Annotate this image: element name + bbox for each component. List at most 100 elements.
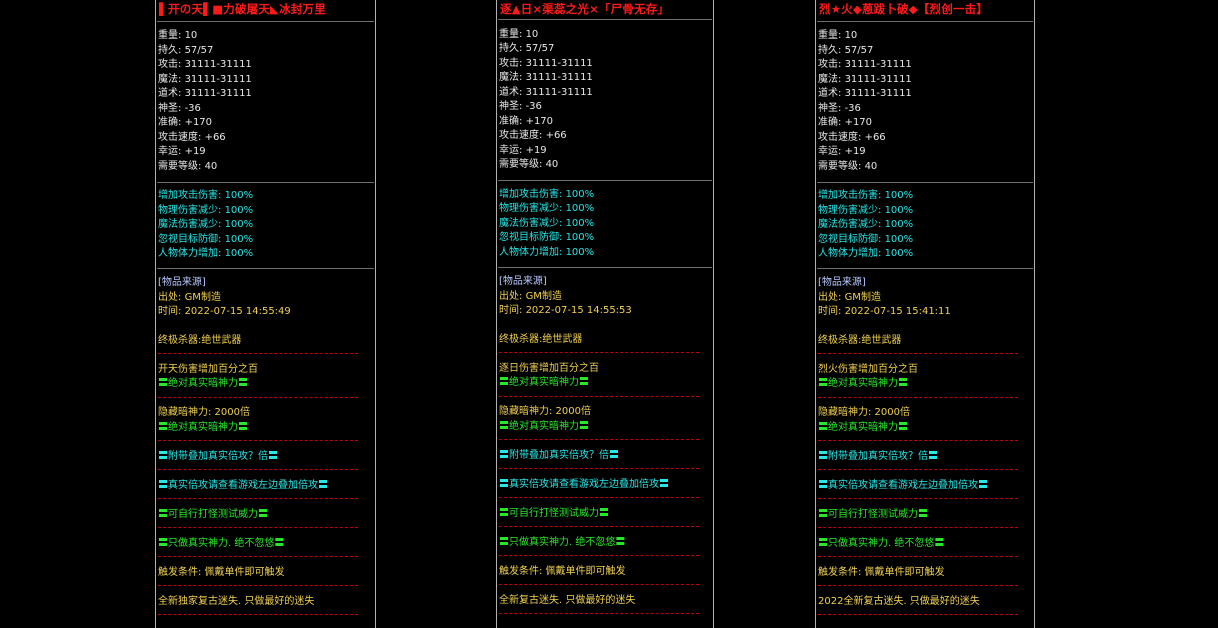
desc-line: 〓真实倍攻请查看游戏左边叠加倍攻〓 <box>158 480 328 491</box>
desc-hidden-power: 隐藏暗神力: 2000倍 <box>158 407 250 418</box>
bonus-physical-reduction: 物理伤害减少: 100% <box>499 203 595 214</box>
desc-trigger: 触发条件: 佩戴单件即可触发 <box>158 567 285 578</box>
stat-holy: 神圣: -36 <box>499 101 542 112</box>
divider <box>818 397 1018 398</box>
divider <box>158 527 358 528</box>
source-time: 时间: 2022-07-15 14:55:49 <box>158 306 291 317</box>
divider <box>818 527 1018 528</box>
bonus-magic-reduction: 魔法伤害减少: 100% <box>158 219 254 230</box>
divider <box>158 469 358 470</box>
bonus-physical-reduction: 物理伤害减少: 100% <box>158 205 254 216</box>
source-origin: 出处: GM制造 <box>158 292 221 303</box>
divider <box>818 585 1018 586</box>
stat-attack: 攻击: 31111-31111 <box>158 59 252 70</box>
item-tooltip-1: ▌开の天▌■力破屠天◣冰封万里 重量: 10 持久: 57/57 攻击: 311… <box>155 0 376 628</box>
divider <box>498 180 712 181</box>
stat-required-level: 需要等级: 40 <box>158 161 218 172</box>
stat-weight: 重量: 10 <box>818 30 858 41</box>
desc-line: 〓绝对真实暗神力〓 <box>499 421 589 432</box>
bonus-magic-reduction: 魔法伤害减少: 100% <box>499 218 595 229</box>
desc-line: 〓可自行打怪测试威力〓 <box>499 508 609 519</box>
divider <box>499 526 699 527</box>
desc-line: 〓可自行打怪测试威力〓 <box>158 509 268 520</box>
stat-durability: 持久: 57/57 <box>158 45 214 56</box>
source-time: 时间: 2022-07-15 14:55:53 <box>499 305 632 316</box>
desc-line: 〓只做真实神力. 绝不忽悠〓 <box>158 538 285 549</box>
divider <box>158 353 358 354</box>
divider <box>157 182 374 183</box>
stat-luck: 幸运: +19 <box>158 146 206 157</box>
desc-hidden-power: 隐藏暗神力: 2000倍 <box>818 407 910 418</box>
desc-line: 〓绝对真实暗神力〓 <box>158 422 248 433</box>
desc-line: 〓绝对真实暗神力〓 <box>499 377 589 388</box>
desc-line: 〓只做真实神力. 绝不忽悠〓 <box>818 538 945 549</box>
desc-line: 〓附带叠加真实倍攻？倍〓 <box>158 451 278 462</box>
stat-taoism: 道术: 31111-31111 <box>818 88 912 99</box>
stat-taoism: 道术: 31111-31111 <box>158 88 252 99</box>
bonus-attack-damage: 增加攻击伤害: 100% <box>499 189 595 200</box>
desc-line: 〓绝对真实暗神力〓 <box>818 422 908 433</box>
divider <box>499 439 699 440</box>
divider <box>158 556 358 557</box>
divider <box>818 440 1018 441</box>
divider <box>157 21 374 22</box>
bonus-attack-damage: 增加攻击伤害: 100% <box>818 190 914 201</box>
stat-attack-speed: 攻击速度: +66 <box>818 132 886 143</box>
source-origin: 出处: GM制造 <box>818 292 881 303</box>
divider <box>499 396 699 397</box>
desc-line: 〓绝对真实暗神力〓 <box>818 378 908 389</box>
divider <box>158 397 358 398</box>
desc-slogan: 全新独家复古迷失. 只做最好的迷失 <box>158 596 315 607</box>
bonus-hp-increase: 人物体力增加: 100% <box>158 248 254 259</box>
desc-line: 〓附带叠加真实倍攻？倍〓 <box>499 450 619 461</box>
stat-accuracy: 准确: +170 <box>818 117 873 128</box>
stat-weight: 重量: 10 <box>158 30 198 41</box>
divider <box>817 21 1033 22</box>
stat-magic: 魔法: 31111-31111 <box>818 74 912 85</box>
stat-durability: 持久: 57/57 <box>818 45 874 56</box>
item-tooltip-2: 逐▲日×渠蕊之光×「尸骨无存」 重量: 10 持久: 57/57 攻击: 311… <box>496 0 714 628</box>
stat-magic: 魔法: 31111-31111 <box>499 72 593 83</box>
stat-holy: 神圣: -36 <box>158 103 201 114</box>
divider <box>818 353 1018 354</box>
item-title: 烈★火◆蒽跋卜破◆【烈创一击】 <box>819 2 988 16</box>
desc-weapon-class: 终极杀器:绝世武器 <box>818 335 902 346</box>
desc-slogan: 2022全新复古迷失. 只做最好的迷失 <box>818 596 980 607</box>
divider <box>499 584 699 585</box>
source-time: 时间: 2022-07-15 15:41:11 <box>818 306 951 317</box>
source-header: [物品来源] <box>818 277 866 288</box>
stat-required-level: 需要等级: 40 <box>499 159 559 170</box>
divider <box>158 585 358 586</box>
stat-required-level: 需要等级: 40 <box>818 161 878 172</box>
divider <box>818 614 1018 615</box>
desc-hidden-power: 隐藏暗神力: 2000倍 <box>499 406 591 417</box>
desc-weapon-class: 终极杀器:绝世武器 <box>499 334 583 345</box>
bonus-hp-increase: 人物体力增加: 100% <box>818 248 914 259</box>
divider <box>158 498 358 499</box>
divider <box>817 182 1033 183</box>
desc-line: 〓真实倍攻请查看游戏左边叠加倍攻〓 <box>818 480 988 491</box>
stat-magic: 魔法: 31111-31111 <box>158 74 252 85</box>
desc-damage-boost: 开天伤害增加百分之百 <box>158 364 258 375</box>
desc-line: 〓真实倍攻请查看游戏左边叠加倍攻〓 <box>499 479 669 490</box>
stat-luck: 幸运: +19 <box>818 146 866 157</box>
bonus-ignore-defense: 忽视目标防御: 100% <box>818 234 914 245</box>
divider <box>498 19 712 20</box>
bonus-physical-reduction: 物理伤害减少: 100% <box>818 205 914 216</box>
divider <box>499 352 699 353</box>
divider <box>158 440 358 441</box>
item-title: ▌开の天▌■力破屠天◣冰封万里 <box>159 2 326 16</box>
divider <box>818 498 1018 499</box>
item-tooltip-3: 烈★火◆蒽跋卜破◆【烈创一击】 重量: 10 持久: 57/57 攻击: 311… <box>815 0 1035 628</box>
stat-attack-speed: 攻击速度: +66 <box>158 132 226 143</box>
divider <box>157 268 374 269</box>
divider <box>498 267 712 268</box>
desc-damage-boost: 烈火伤害增加百分之百 <box>818 364 918 375</box>
divider <box>818 469 1018 470</box>
bonus-attack-damage: 增加攻击伤害: 100% <box>158 190 254 201</box>
divider <box>817 268 1033 269</box>
divider <box>818 556 1018 557</box>
stat-accuracy: 准确: +170 <box>158 117 213 128</box>
stat-attack: 攻击: 31111-31111 <box>499 58 593 69</box>
desc-line: 〓可自行打怪测试威力〓 <box>818 509 928 520</box>
